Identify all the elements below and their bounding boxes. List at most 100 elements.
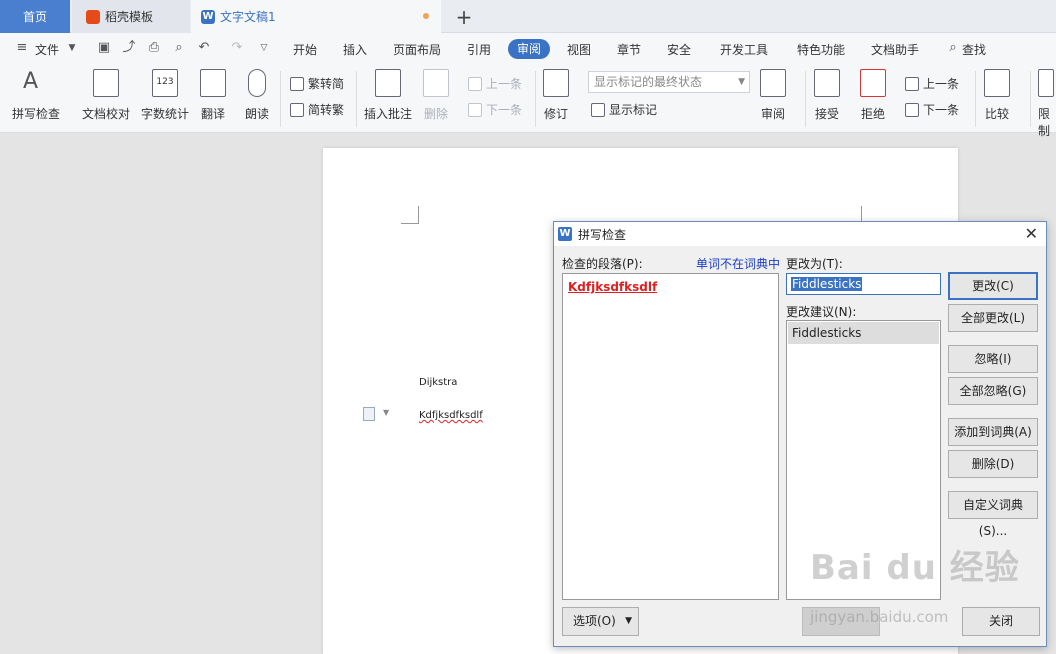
- print-icon[interactable]: ⎙: [146, 41, 162, 55]
- prev-change-button[interactable]: 上一条: [905, 75, 959, 92]
- menu-review[interactable]: 审阅: [508, 39, 550, 59]
- change-button[interactable]: 更改(C): [948, 272, 1038, 300]
- ignore-button[interactable]: 忽略(I): [948, 345, 1038, 373]
- change-to-value: Fiddlesticks: [791, 277, 863, 291]
- menu-developer[interactable]: 开发工具: [720, 41, 768, 58]
- compare-button[interactable]: 比较: [984, 69, 1010, 122]
- menu-view[interactable]: 视图: [567, 41, 591, 58]
- ribbon-separator: [975, 71, 976, 127]
- doc-proof-icon: [93, 69, 119, 97]
- revise-button[interactable]: 修订: [543, 69, 569, 122]
- translate-label: 翻译: [200, 107, 225, 121]
- next-change-button[interactable]: 下一条: [905, 101, 959, 118]
- list-item[interactable]: Fiddlesticks: [788, 322, 939, 344]
- add-to-dictionary-button[interactable]: 添加到词典(A): [948, 418, 1038, 446]
- options-button[interactable]: 选项(O) ▼: [562, 607, 639, 636]
- prev-change-label: 上一条: [923, 77, 960, 91]
- markup-state-select[interactable]: 显示标记的最终状态 ▼: [588, 71, 750, 93]
- not-in-dictionary-label: 单词不在词典中: [696, 257, 781, 271]
- spell-check-label: 拼写检查: [12, 107, 61, 121]
- custom-dictionary-button[interactable]: 自定义词典(S)...: [948, 491, 1038, 538]
- translate-button[interactable]: 翻译: [200, 69, 226, 122]
- review-pane-icon: [760, 69, 786, 97]
- delete-comment-label: 删除: [423, 107, 448, 121]
- chevron-down-icon: ▼: [625, 616, 632, 626]
- restrict-editing-button[interactable]: 限制: [1038, 69, 1056, 139]
- show-markup-button[interactable]: 显示标记: [591, 101, 657, 118]
- tab-home[interactable]: 首页: [0, 0, 70, 33]
- chevron-down-icon[interactable]: ▼: [64, 41, 80, 55]
- accept-button[interactable]: 接受: [814, 69, 840, 122]
- redo-icon[interactable]: ↷: [229, 41, 245, 55]
- menu-file[interactable]: 文件: [35, 41, 59, 58]
- menu-doc-assistant[interactable]: 文档助手: [871, 41, 919, 58]
- spell-check-icon: A: [23, 69, 39, 94]
- menu-reference[interactable]: 引用: [467, 41, 491, 58]
- delete-comment-button[interactable]: 删除: [423, 69, 449, 122]
- simp-to-trad-button[interactable]: 简转繁: [290, 101, 344, 118]
- new-tab-label: +: [455, 4, 473, 29]
- checked-paragraph-box[interactable]: Kdfjksdfksdlf: [562, 273, 779, 600]
- undo-icon[interactable]: ↶: [196, 41, 212, 55]
- misspelled-word: Kdfjksdfksdlf: [568, 280, 658, 294]
- menu-search[interactable]: 查找: [962, 41, 986, 58]
- menu-security[interactable]: 安全: [667, 41, 691, 58]
- trad-to-simp-button[interactable]: 繁转简: [290, 75, 344, 92]
- review-pane-button[interactable]: 审阅: [760, 69, 786, 122]
- trad-to-simp-label: 繁转简: [308, 77, 345, 91]
- delete-button[interactable]: 删除(D): [948, 450, 1038, 478]
- ignore-all-button[interactable]: 全部忽略(G): [948, 377, 1038, 405]
- next-comment-button[interactable]: 下一条: [468, 101, 522, 118]
- insert-comment-icon: [375, 69, 401, 97]
- quick-access-more-icon[interactable]: ▽: [256, 41, 272, 55]
- baidu-watermark: Bai du 经验: [810, 548, 1020, 588]
- change-to-label: 更改为(T):: [786, 257, 843, 271]
- dialog-title-bar[interactable]: W 拼写检查 ✕: [554, 222, 1046, 246]
- reject-button[interactable]: 拒绝: [860, 69, 886, 122]
- insert-comment-button[interactable]: 插入批注: [364, 69, 412, 122]
- dialog-close-button[interactable]: 关闭: [962, 607, 1040, 636]
- spell-check-button[interactable]: A 拼写检查: [12, 69, 60, 122]
- accept-label: 接受: [814, 107, 839, 121]
- menu-start[interactable]: 开始: [293, 41, 317, 58]
- prev-comment-button[interactable]: 上一条: [468, 75, 522, 92]
- checked-paragraph-label: 检查的段落(P):: [562, 257, 643, 271]
- change-to-input[interactable]: Fiddlesticks: [786, 273, 941, 295]
- hamburger-icon[interactable]: ≡: [14, 41, 30, 55]
- close-icon[interactable]: ✕: [1025, 224, 1038, 243]
- menu-special[interactable]: 特色功能: [797, 41, 845, 58]
- accept-icon: [814, 69, 840, 97]
- ribbon-separator: [535, 71, 536, 127]
- tab-document-label: 文字文稿1: [220, 10, 276, 24]
- ribbon-separator: [356, 71, 357, 127]
- ribbon-separator: [805, 71, 806, 127]
- change-all-button[interactable]: 全部更改(L): [948, 304, 1038, 332]
- simp-to-trad-label: 简转繁: [308, 103, 345, 117]
- menu-page-layout[interactable]: 页面布局: [393, 41, 441, 58]
- daoke-logo-icon: [86, 9, 100, 24]
- menu-section[interactable]: 章节: [617, 41, 641, 58]
- misspelled-text: Kdfjksdfksdlf: [419, 410, 483, 421]
- next-change-label: 下一条: [923, 103, 960, 117]
- paragraph-handle-icon[interactable]: [363, 407, 375, 421]
- menu-insert[interactable]: 插入: [343, 41, 367, 58]
- new-tab-button[interactable]: +: [452, 0, 476, 33]
- tab-template[interactable]: 稻壳模板: [72, 0, 190, 33]
- chevron-down-icon[interactable]: ▼: [383, 408, 389, 417]
- search-icon[interactable]: ⌕: [945, 41, 961, 55]
- share-icon[interactable]: ⤴: [121, 41, 137, 55]
- read-aloud-button[interactable]: 朗读: [245, 69, 269, 122]
- next-change-icon: [905, 102, 919, 117]
- print-preview-icon[interactable]: ⌕: [171, 41, 187, 55]
- show-markup-icon: [591, 102, 605, 117]
- compare-icon: [984, 69, 1010, 97]
- word-count-button[interactable]: 123 字数统计: [141, 69, 189, 122]
- tab-document[interactable]: W 文字文稿1: [191, 0, 441, 33]
- title-tab-bar: 首页 稻壳模板 W 文字文稿1 +: [0, 0, 1056, 33]
- review-pane-label: 审阅: [760, 107, 785, 121]
- save-icon[interactable]: ▣: [96, 41, 112, 55]
- compare-label: 比较: [984, 107, 1009, 121]
- writer-logo-icon: W: [558, 227, 572, 241]
- prev-comment-icon: [468, 76, 482, 91]
- doc-proof-button[interactable]: 文档校对: [82, 69, 130, 122]
